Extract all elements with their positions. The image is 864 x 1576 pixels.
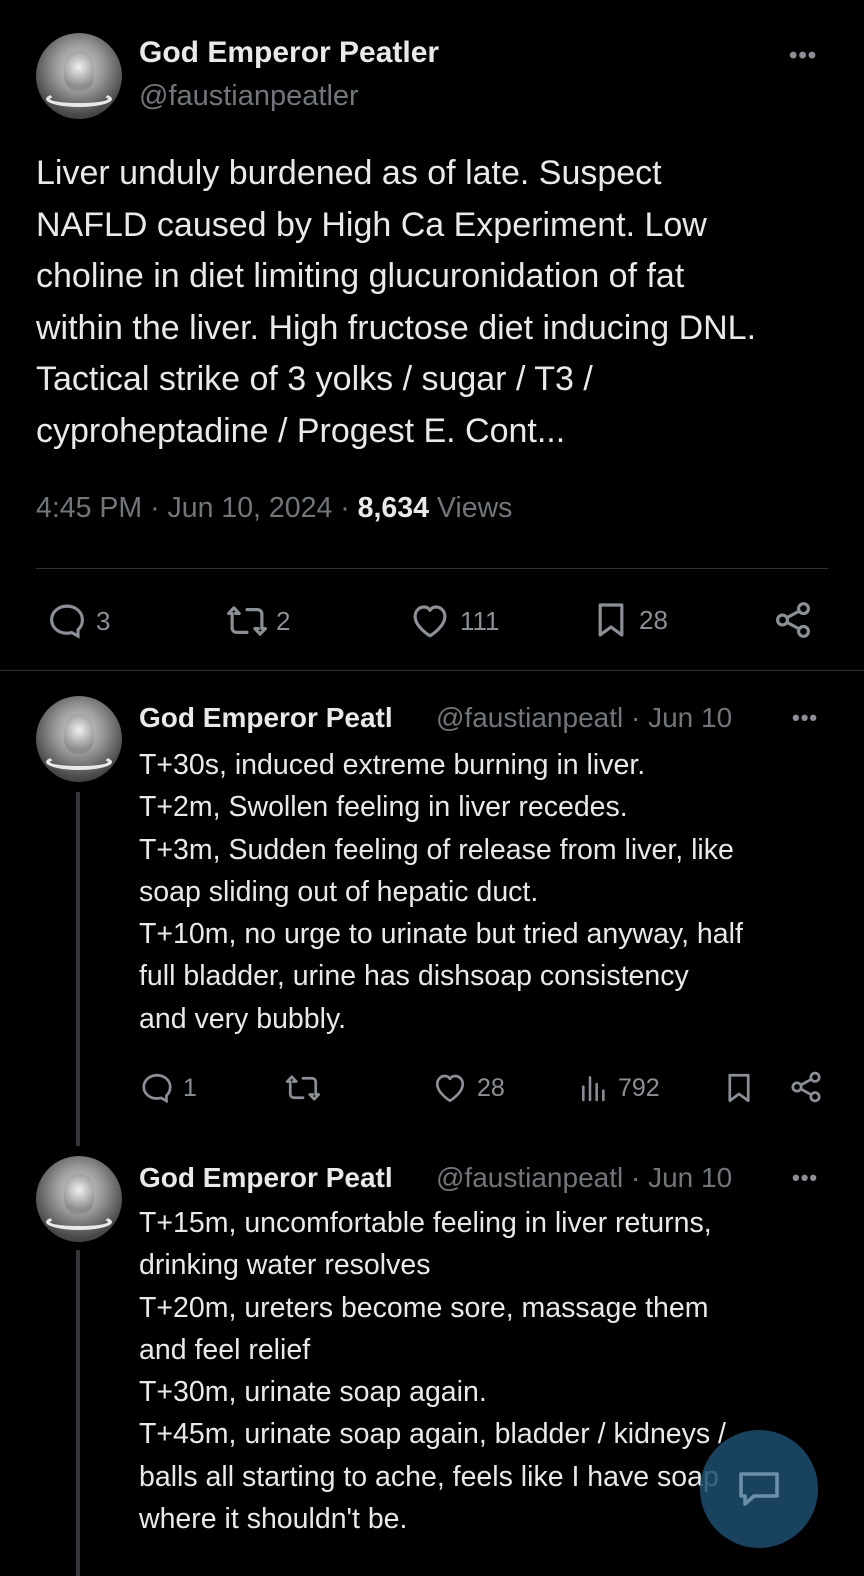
author-name[interactable]: God Emperor Peatler xyxy=(139,36,439,70)
reply-avatar[interactable] xyxy=(36,1156,122,1242)
views-label: Views xyxy=(436,492,513,524)
compose-reply-button[interactable] xyxy=(700,1430,818,1548)
reply-count: 3 xyxy=(96,605,111,636)
tweet-meta: 4:45 PM · Jun 10, 2024 · 8,634 Views xyxy=(36,492,512,525)
like-button[interactable]: 111 xyxy=(408,600,500,642)
reply-button[interactable]: 1 xyxy=(139,1070,197,1106)
more-options-icon[interactable]: ••• xyxy=(792,1165,818,1191)
share-icon xyxy=(791,1071,821,1103)
reply-author-name[interactable]: God Emperor Peatl xyxy=(139,702,431,734)
heart-icon xyxy=(413,605,447,638)
tweet-time[interactable]: 4:45 PM xyxy=(36,492,142,524)
retweet-icon xyxy=(227,606,267,636)
analytics-icon xyxy=(582,1076,605,1102)
bookmark-icon xyxy=(728,1073,750,1103)
heart-icon xyxy=(435,1074,465,1103)
views-count: 792 xyxy=(618,1073,660,1102)
bookmark-button[interactable]: 28 xyxy=(591,598,668,642)
reply-author-name[interactable]: God Emperor Peatl xyxy=(139,1162,431,1194)
like-count: 111 xyxy=(460,605,500,636)
bookmark-count: 28 xyxy=(639,604,668,635)
more-options-icon[interactable]: ••• xyxy=(789,42,817,70)
reply-icon xyxy=(50,604,84,639)
like-count: 28 xyxy=(477,1073,505,1102)
divider xyxy=(36,568,828,569)
divider xyxy=(0,670,864,671)
reply-button[interactable]: 3 xyxy=(46,600,110,642)
bookmark-icon xyxy=(598,603,624,637)
author-handle[interactable]: @faustianpeatler xyxy=(139,80,359,113)
thread-line xyxy=(76,1250,80,1576)
reply-count: 1 xyxy=(183,1073,197,1102)
views-count[interactable]: 8,634 xyxy=(358,492,429,524)
meta-separator: · xyxy=(150,492,160,524)
retweet-count: 2 xyxy=(276,605,291,636)
bookmark-button[interactable] xyxy=(722,1069,756,1107)
views-button[interactable]: 792 xyxy=(578,1070,660,1106)
reply-handle-date[interactable]: @faustianpeatl · Jun 10 xyxy=(436,702,732,734)
meta-separator: · xyxy=(340,492,350,524)
reply-handle-date[interactable]: @faustianpeatl · Jun 10 xyxy=(436,1162,732,1194)
retweet-icon xyxy=(285,1075,321,1101)
author-avatar[interactable] xyxy=(36,33,122,119)
share-button[interactable] xyxy=(772,599,814,641)
share-button[interactable] xyxy=(788,1069,824,1105)
reply-icon xyxy=(142,1073,172,1104)
reply-text: T+30s, induced extreme burning in liver.… xyxy=(139,749,743,1035)
like-button[interactable]: 28 xyxy=(431,1070,505,1106)
chat-bubble-icon xyxy=(739,1472,779,1506)
thread-line xyxy=(76,792,80,1146)
reply-avatar[interactable] xyxy=(36,696,122,782)
share-icon xyxy=(776,602,810,638)
tweet-date[interactable]: Jun 10, 2024 xyxy=(167,492,332,524)
retweet-button[interactable]: 2 xyxy=(226,600,290,642)
more-options-icon[interactable]: ••• xyxy=(792,705,818,731)
tweet-text: Liver unduly burdened as of late. Suspec… xyxy=(36,154,757,450)
retweet-button[interactable] xyxy=(285,1070,321,1106)
